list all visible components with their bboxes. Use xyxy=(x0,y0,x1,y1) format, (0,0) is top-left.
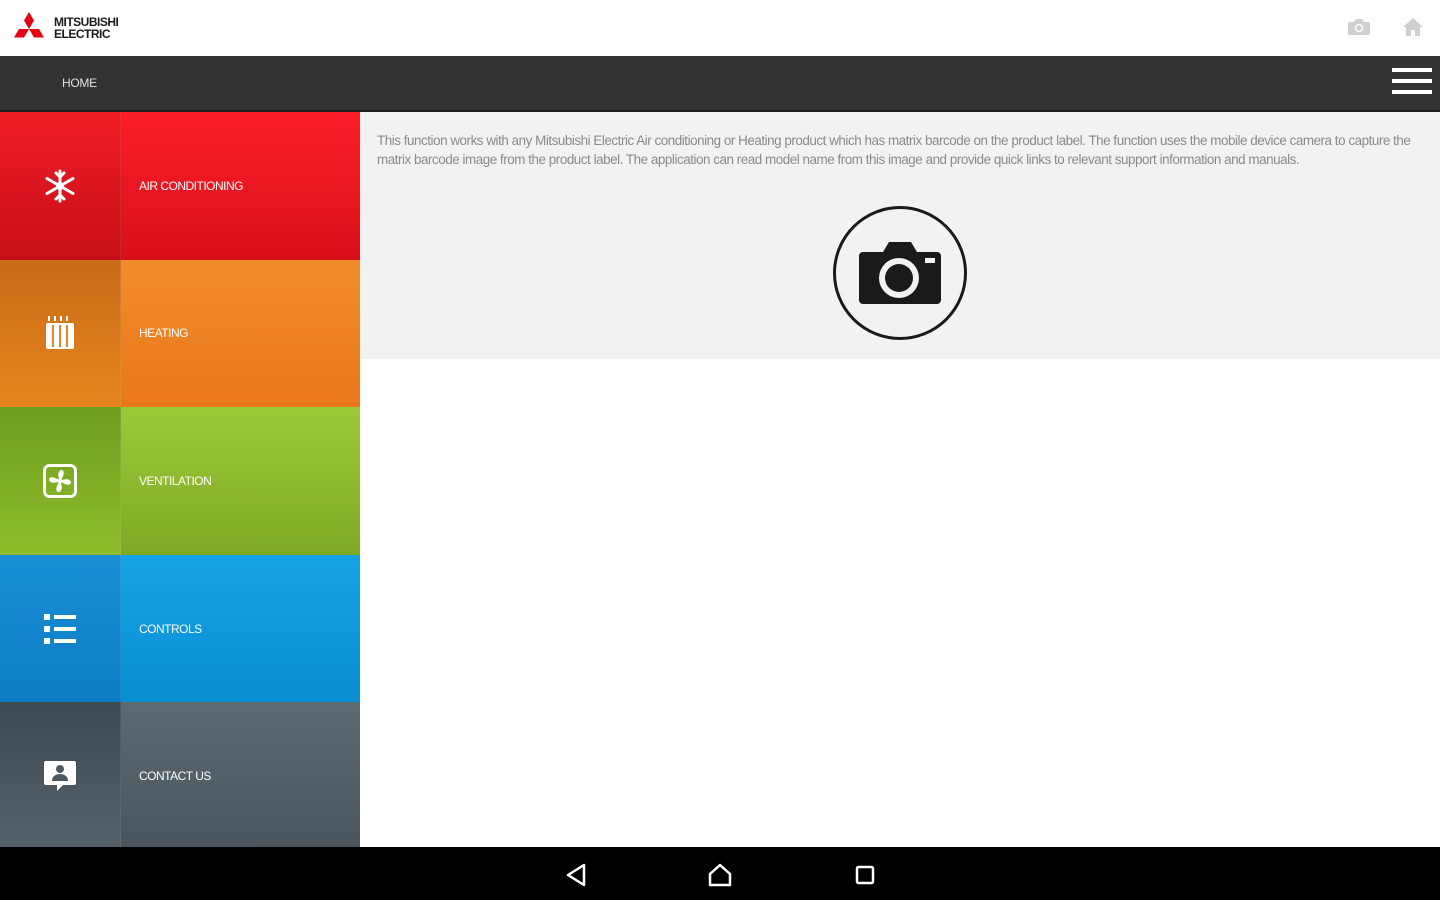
tile-icon-box xyxy=(0,702,121,850)
sidebar-item-controls[interactable]: CONTROLS xyxy=(0,554,360,703)
sidebar-item-ventilation[interactable]: VENTILATION xyxy=(0,407,360,555)
sidebar-item-label: CONTACT US xyxy=(121,702,360,850)
sidebar-item-label: HEATING xyxy=(121,259,360,408)
header-home-button[interactable] xyxy=(1400,14,1426,40)
back-icon xyxy=(566,863,586,887)
hamburger-menu-button[interactable] xyxy=(1392,68,1432,100)
home-icon xyxy=(708,863,732,887)
scan-barcode-button[interactable] xyxy=(833,206,967,340)
camera-icon xyxy=(859,242,941,304)
category-sidebar: AIR CONDITIONING HEATING VENTILATION CON… xyxy=(0,112,360,850)
list-icon xyxy=(44,613,76,644)
brand-line-2: ELECTRIC xyxy=(54,27,111,41)
camera-icon xyxy=(1348,19,1370,35)
mitsubishi-logo: MITSUBISHI ELECTRIC xyxy=(10,10,119,46)
system-home-button[interactable] xyxy=(706,861,734,889)
three-diamonds-logo-icon xyxy=(14,12,44,38)
breadcrumb-home[interactable]: HOME xyxy=(62,76,97,90)
home-icon xyxy=(1403,18,1423,36)
system-recents-button[interactable] xyxy=(851,861,879,889)
brand-name: MITSUBISHI ELECTRIC xyxy=(54,16,119,41)
system-navigation-bar xyxy=(0,847,1440,900)
sidebar-item-label: VENTILATION xyxy=(121,407,360,555)
fan-icon xyxy=(43,463,77,498)
barcode-scan-panel: This function works with any Mitsubishi … xyxy=(360,112,1440,359)
system-back-button[interactable] xyxy=(562,861,590,889)
tile-icon-box xyxy=(0,554,121,703)
contact-chat-icon xyxy=(44,761,76,792)
hamburger-line xyxy=(1392,79,1432,83)
app-header: MITSUBISHI ELECTRIC xyxy=(0,0,1440,56)
radiator-icon xyxy=(46,316,74,350)
tile-icon-box xyxy=(0,259,121,408)
sidebar-item-heating[interactable]: HEATING xyxy=(0,259,360,408)
header-camera-button[interactable] xyxy=(1346,14,1372,40)
hamburger-line xyxy=(1392,90,1432,94)
hamburger-menu-icon xyxy=(1392,68,1432,72)
sidebar-item-label: AIR CONDITIONING xyxy=(121,112,360,260)
main-content: This function works with any Mitsubishi … xyxy=(360,112,1440,847)
tile-icon-box xyxy=(0,407,121,555)
sidebar-item-label: CONTROLS xyxy=(121,554,360,703)
nav-bar: HOME xyxy=(0,56,1440,112)
snowflake-icon xyxy=(45,169,75,203)
sidebar-item-air-conditioning[interactable]: AIR CONDITIONING xyxy=(0,112,360,260)
recents-icon xyxy=(855,865,875,885)
sidebar-item-contact-us[interactable]: CONTACT US xyxy=(0,702,360,850)
tile-icon-box xyxy=(0,112,121,260)
scan-description: This function works with any Mitsubishi … xyxy=(377,133,1411,167)
